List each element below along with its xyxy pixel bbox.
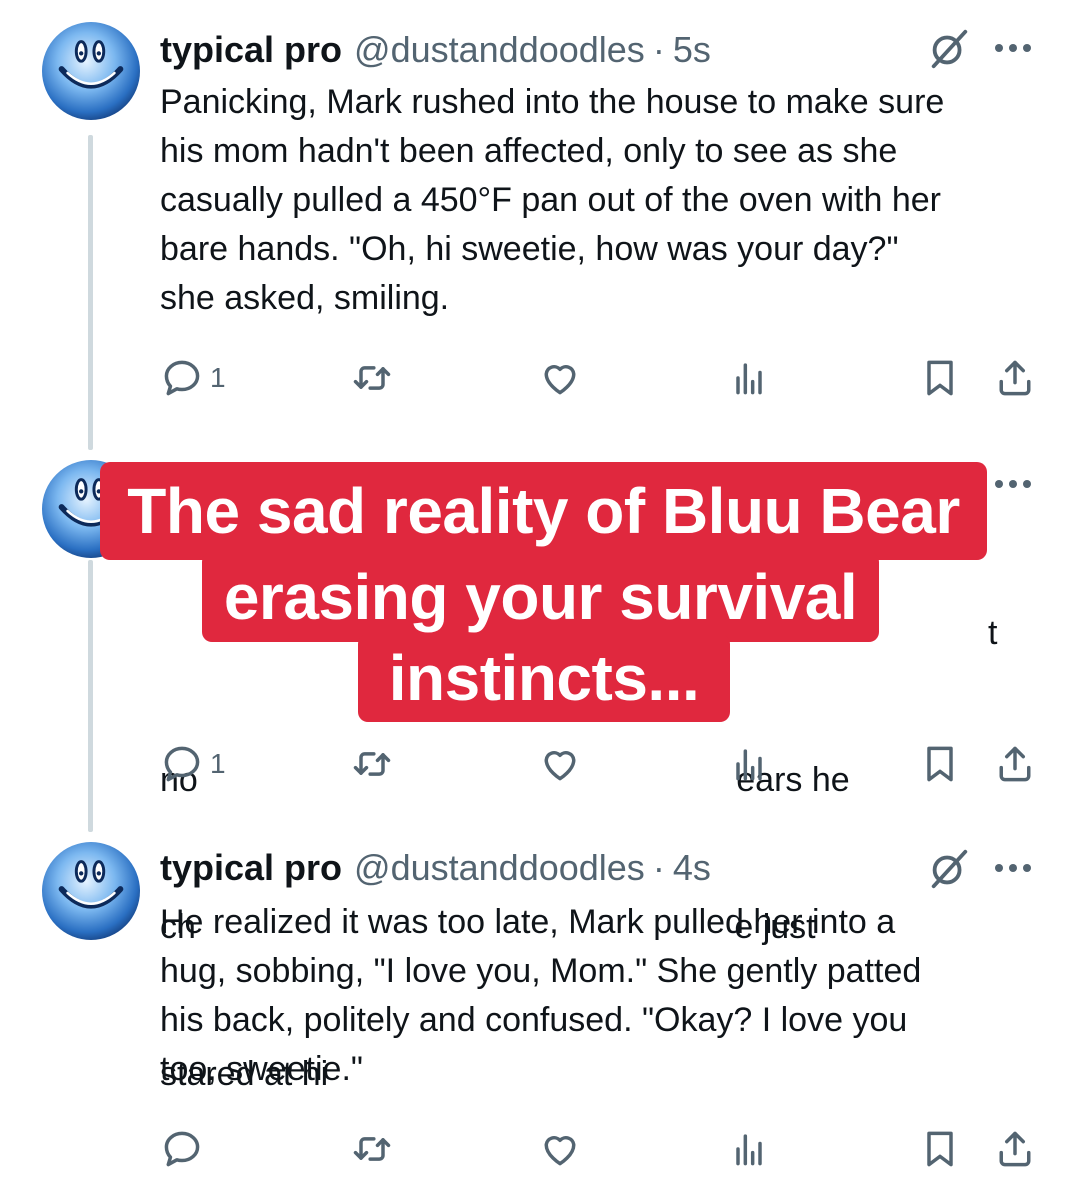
share-icon: [993, 742, 1037, 786]
retweet-icon: [350, 742, 394, 786]
tweet-line: his back, politely and confused. "Okay? …: [160, 1001, 908, 1039]
tweet-line: his mom hadn't been affected, only to se…: [160, 132, 898, 170]
reply-button[interactable]: 1: [160, 739, 226, 789]
action-bar: 1: [0, 739, 1080, 789]
views-button[interactable]: [727, 353, 771, 403]
like-button[interactable]: [538, 353, 582, 403]
bookmark-icon: [918, 742, 962, 786]
like-button[interactable]: [538, 1124, 582, 1174]
share-button[interactable]: [993, 1124, 1037, 1174]
bookmark-button[interactable]: [918, 739, 962, 789]
views-icon: [727, 742, 771, 786]
display-name[interactable]: typical pro: [160, 29, 342, 71]
tweet-line: she asked, smiling.: [160, 279, 450, 317]
separator-dot: ·: [652, 847, 665, 888]
tweet-line: He realized it was too late, Mark pulled…: [160, 903, 896, 941]
caption-text: erasing your survival: [223, 561, 858, 633]
grok-icon[interactable]: [926, 26, 972, 72]
tweet-text: Panicking, Mark rushed into the house to…: [160, 78, 1050, 323]
user-handle[interactable]: @dustanddoodles: [354, 847, 645, 889]
caption-line-1: The sad reality of Bluu Bear: [100, 462, 987, 560]
timestamp[interactable]: 4s: [673, 847, 711, 889]
views-button[interactable]: [727, 1124, 771, 1174]
more-icon[interactable]: [990, 30, 1036, 66]
separator-dot: ·: [652, 29, 665, 70]
reply-button[interactable]: [160, 1124, 204, 1174]
more-icon[interactable]: [990, 466, 1036, 502]
caption-text: instincts...: [388, 642, 700, 714]
reply-icon: [160, 742, 204, 786]
reply-count: 1: [210, 362, 226, 393]
tweet-line: bare hands. "Oh, hi sweetie, how was you…: [160, 230, 899, 268]
caption-line-3: instincts...: [358, 634, 730, 722]
action-bar: [0, 1124, 1080, 1174]
tweet-line: hug, sobbing, "I love you, Mom." She gen…: [160, 952, 922, 990]
share-button[interactable]: [993, 353, 1037, 403]
retweet-button[interactable]: [350, 739, 394, 789]
like-button[interactable]: [538, 739, 582, 789]
bookmark-button[interactable]: [918, 1124, 962, 1174]
tweet-header: typical pro @dustanddoodles · 5s: [160, 26, 711, 74]
bookmark-icon: [918, 356, 962, 400]
views-icon: [727, 1127, 771, 1171]
retweet-button[interactable]: [350, 1124, 394, 1174]
grok-icon[interactable]: [926, 846, 972, 892]
like-icon: [538, 1127, 582, 1171]
share-icon: [993, 1127, 1037, 1171]
reply-icon: [160, 1127, 204, 1171]
timestamp[interactable]: 5s: [673, 29, 711, 71]
share-icon: [993, 356, 1037, 400]
more-icon[interactable]: [990, 850, 1036, 886]
reply-count: 1: [210, 748, 226, 779]
bookmark-icon: [918, 1127, 962, 1171]
reply-button[interactable]: 1: [160, 353, 226, 403]
thread-line-lower: [88, 560, 93, 832]
caption-line-2: erasing your survival: [202, 552, 879, 642]
retweet-icon: [350, 356, 394, 400]
user-handle[interactable]: @dustanddoodles: [354, 29, 645, 71]
display-name[interactable]: typical pro: [160, 847, 342, 889]
retweet-icon: [350, 1127, 394, 1171]
tweet-text: He realized it was too late, Mark pulled…: [160, 898, 1050, 1094]
caption-text: The sad reality of Bluu Bear: [127, 475, 960, 547]
retweet-button[interactable]: [350, 353, 394, 403]
bookmark-button[interactable]: [918, 353, 962, 403]
tweet-line: casually pulled a 450°F pan out of the o…: [160, 181, 941, 219]
avatar[interactable]: [42, 842, 140, 940]
tweet-header: typical pro @dustanddoodles · 4s: [160, 844, 711, 892]
like-icon: [538, 742, 582, 786]
action-bar: 1: [0, 353, 1080, 403]
like-icon: [538, 356, 582, 400]
avatar[interactable]: [42, 22, 140, 120]
views-icon: [727, 356, 771, 400]
tweet-line: too, sweetie.": [160, 1050, 363, 1088]
reply-icon: [160, 356, 204, 400]
share-button[interactable]: [993, 739, 1037, 789]
views-button[interactable]: [727, 739, 771, 789]
tweet-line: Panicking, Mark rushed into the house to…: [160, 83, 945, 121]
